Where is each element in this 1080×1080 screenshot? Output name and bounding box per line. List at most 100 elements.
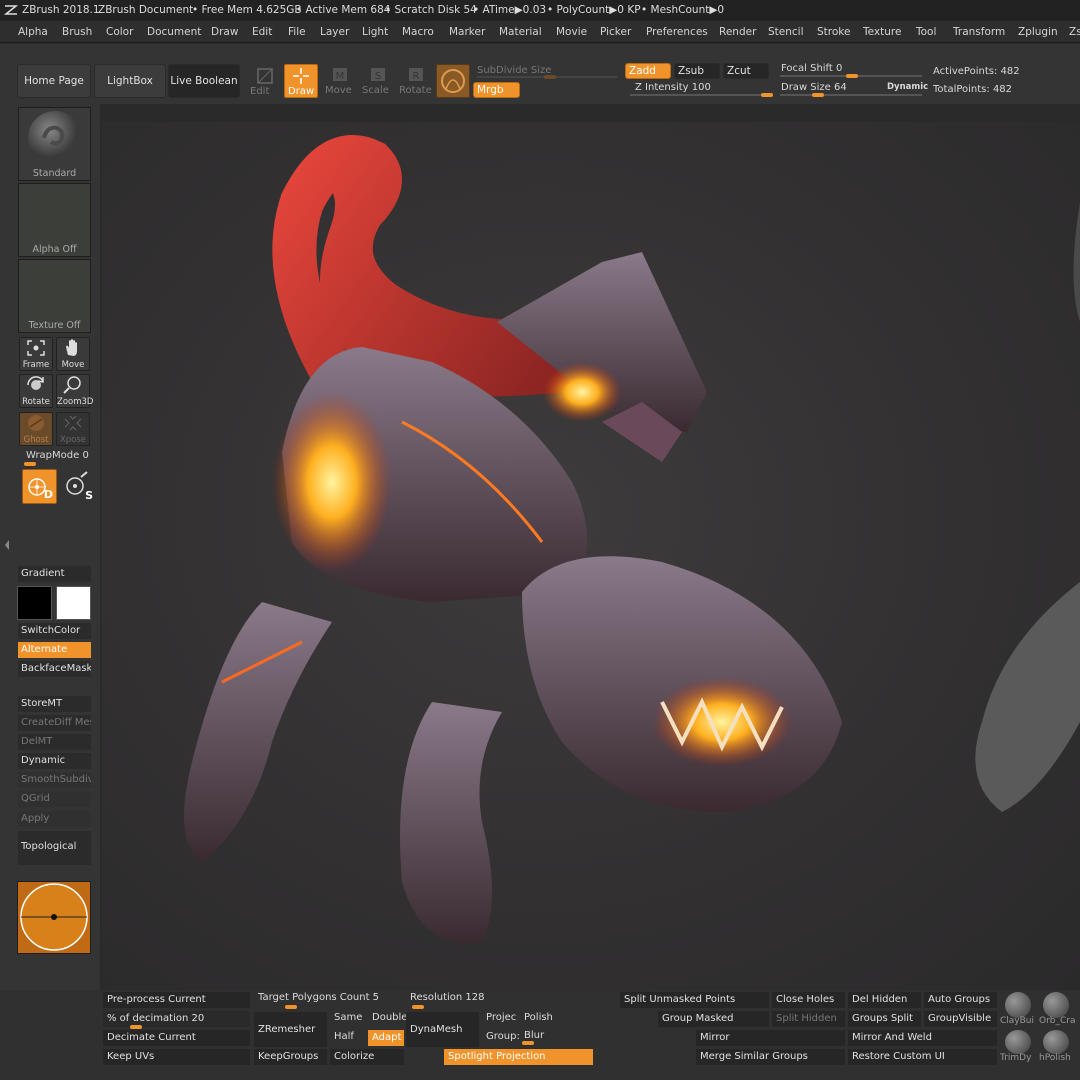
rotate-button[interactable]: R Rotate bbox=[398, 64, 432, 98]
menu-color[interactable]: Color bbox=[106, 26, 133, 38]
ghost-button[interactable]: Ghost bbox=[19, 412, 53, 446]
menu-marker[interactable]: Marker bbox=[449, 26, 485, 38]
mrgb-button[interactable]: Mrgb bbox=[473, 82, 520, 98]
alternate-button[interactable]: Alternate bbox=[18, 642, 91, 658]
menu-material[interactable]: Material bbox=[499, 26, 542, 38]
rotate-view-button[interactable]: Rotate bbox=[19, 374, 53, 408]
topological-button[interactable]: Topological bbox=[18, 831, 91, 865]
lightbox-button[interactable]: LightBox bbox=[94, 64, 166, 98]
menu-file[interactable]: File bbox=[288, 26, 306, 38]
menu-preferences[interactable]: Preferences bbox=[646, 26, 708, 38]
menu-stencil[interactable]: Stencil bbox=[768, 26, 804, 38]
dynamesh-button[interactable]: DynaMesh bbox=[406, 1012, 479, 1047]
alpha-thumbnail[interactable]: Alpha Off bbox=[18, 183, 91, 257]
group-masked-button[interactable]: Group Masked bbox=[658, 1011, 769, 1027]
dynamic-toggle[interactable]: Dynamic bbox=[887, 82, 928, 92]
move-button[interactable]: M Move bbox=[322, 64, 356, 98]
canvas-viewport[interactable] bbox=[102, 122, 1080, 990]
apply-button[interactable]: Apply bbox=[18, 811, 91, 827]
split-unmasked-button[interactable]: Split Unmasked Points bbox=[620, 992, 769, 1008]
secondary-color-swatch[interactable] bbox=[17, 586, 52, 620]
zsub-button[interactable]: Zsub bbox=[674, 63, 720, 79]
backfacemask-button[interactable]: BackfaceMask bbox=[18, 661, 91, 677]
smooth-button[interactable]: S bbox=[61, 469, 96, 504]
zremesher-button[interactable]: ZRemesher bbox=[254, 1012, 327, 1047]
orb-cracks-brush-icon[interactable] bbox=[1043, 992, 1069, 1018]
creatediff-button[interactable]: CreateDiff Mes bbox=[18, 715, 91, 731]
resolution-knob[interactable] bbox=[412, 1005, 424, 1009]
del-hidden-button[interactable]: Del Hidden bbox=[848, 992, 921, 1008]
dynamic-subdiv-button[interactable]: Dynamic bbox=[18, 753, 91, 769]
focal-shift-knob[interactable] bbox=[846, 74, 858, 78]
menu-document[interactable]: Document bbox=[147, 26, 201, 38]
blur-knob[interactable] bbox=[522, 1041, 534, 1045]
wrapmode-slider[interactable] bbox=[24, 462, 36, 466]
zcut-button[interactable]: Zcut bbox=[723, 63, 769, 79]
z-intensity-knob[interactable] bbox=[761, 93, 773, 97]
draw-size-knob[interactable] bbox=[812, 93, 824, 97]
brush-thumbnail[interactable]: Standard bbox=[18, 107, 91, 181]
texture-thumbnail[interactable]: Texture Off bbox=[18, 259, 91, 333]
auto-groups-button[interactable]: Auto Groups bbox=[924, 992, 997, 1008]
close-holes-button[interactable]: Close Holes bbox=[772, 992, 845, 1008]
blur-slider[interactable]: Blur bbox=[524, 1030, 544, 1041]
menu-brush[interactable]: Brush bbox=[62, 26, 92, 38]
menu-stroke[interactable]: Stroke bbox=[817, 26, 850, 38]
qgrid-button[interactable]: QGrid bbox=[18, 791, 91, 807]
spotlight-projection-button[interactable]: Spotlight Projection bbox=[444, 1049, 593, 1065]
polish-button[interactable]: Polish bbox=[524, 1012, 553, 1023]
menu-edit[interactable]: Edit bbox=[252, 26, 272, 38]
mirror-and-weld-button[interactable]: Mirror And Weld bbox=[848, 1030, 997, 1046]
menu-texture[interactable]: Texture bbox=[863, 26, 901, 38]
menu-layer[interactable]: Layer bbox=[320, 26, 349, 38]
decimation-slider[interactable]: % of decimation 20 bbox=[103, 1011, 250, 1027]
live-boolean-button[interactable]: Live Boolean bbox=[168, 64, 240, 98]
split-hidden-button[interactable]: Split Hidden bbox=[772, 1011, 845, 1027]
groups-split-button[interactable]: Groups Split bbox=[848, 1011, 921, 1027]
menu-transform[interactable]: Transform bbox=[953, 26, 1005, 38]
restore-custom-ui-button[interactable]: Restore Custom UI bbox=[848, 1049, 997, 1065]
edit-button[interactable]: Edit bbox=[248, 64, 282, 98]
switchcolor-button[interactable]: SwitchColor bbox=[18, 623, 91, 639]
decimation-knob[interactable] bbox=[130, 1025, 142, 1029]
menu-macro[interactable]: Macro bbox=[402, 26, 434, 38]
menu-tool[interactable]: Tool bbox=[916, 26, 936, 38]
material-button[interactable] bbox=[436, 64, 470, 98]
menu-picker[interactable]: Picker bbox=[600, 26, 631, 38]
merge-similar-groups-button[interactable]: Merge Similar Groups bbox=[696, 1049, 845, 1065]
z-intensity-slider[interactable] bbox=[630, 94, 770, 96]
scale-button[interactable]: S Scale bbox=[360, 64, 394, 98]
menu-zscript[interactable]: Zs bbox=[1069, 26, 1080, 38]
project-button[interactable]: Projec bbox=[486, 1012, 516, 1023]
double-button[interactable]: Double bbox=[372, 1012, 407, 1023]
keep-uvs-button[interactable]: Keep UVs bbox=[103, 1049, 250, 1065]
menu-zplugin[interactable]: Zplugin bbox=[1018, 26, 1058, 38]
zadd-button[interactable]: Zadd bbox=[625, 63, 671, 79]
hpolish-brush-icon[interactable] bbox=[1043, 1030, 1069, 1054]
menu-movie[interactable]: Movie bbox=[556, 26, 587, 38]
draw-size-slider[interactable] bbox=[780, 94, 922, 96]
gradient-button[interactable]: Gradient bbox=[18, 566, 91, 582]
colorize-button[interactable]: Colorize bbox=[330, 1049, 404, 1065]
menu-light[interactable]: Light bbox=[362, 26, 388, 38]
half-button[interactable]: Half bbox=[334, 1031, 354, 1042]
draw-dynamic-button[interactable]: D bbox=[22, 469, 57, 504]
adapt-button[interactable]: Adapt bbox=[368, 1030, 404, 1046]
frame-button[interactable]: Frame bbox=[19, 337, 53, 371]
move-view-button[interactable]: Move bbox=[56, 337, 90, 371]
keepgroups-button[interactable]: KeepGroups bbox=[254, 1049, 327, 1065]
trimdynamic-brush-icon[interactable] bbox=[1005, 1030, 1031, 1054]
menu-render[interactable]: Render bbox=[719, 26, 756, 38]
claybuildup-brush-icon[interactable] bbox=[1005, 992, 1031, 1018]
preprocess-current-button[interactable]: Pre-process Current bbox=[103, 992, 250, 1008]
storemt-button[interactable]: StoreMT bbox=[18, 696, 91, 712]
menu-draw[interactable]: Draw bbox=[211, 26, 238, 38]
same-button[interactable]: Same bbox=[334, 1012, 362, 1023]
groupvisible-button[interactable]: GroupVisible bbox=[924, 1011, 997, 1027]
xpose-button[interactable]: Xpose bbox=[56, 412, 90, 446]
zoom3d-button[interactable]: Zoom3D bbox=[56, 374, 93, 408]
smoothsubdiv-button[interactable]: SmoothSubdiv bbox=[18, 772, 91, 788]
mirror-button[interactable]: Mirror bbox=[696, 1030, 845, 1046]
groups-button[interactable]: Group: bbox=[486, 1031, 520, 1042]
menu-alpha[interactable]: Alpha bbox=[18, 26, 48, 38]
